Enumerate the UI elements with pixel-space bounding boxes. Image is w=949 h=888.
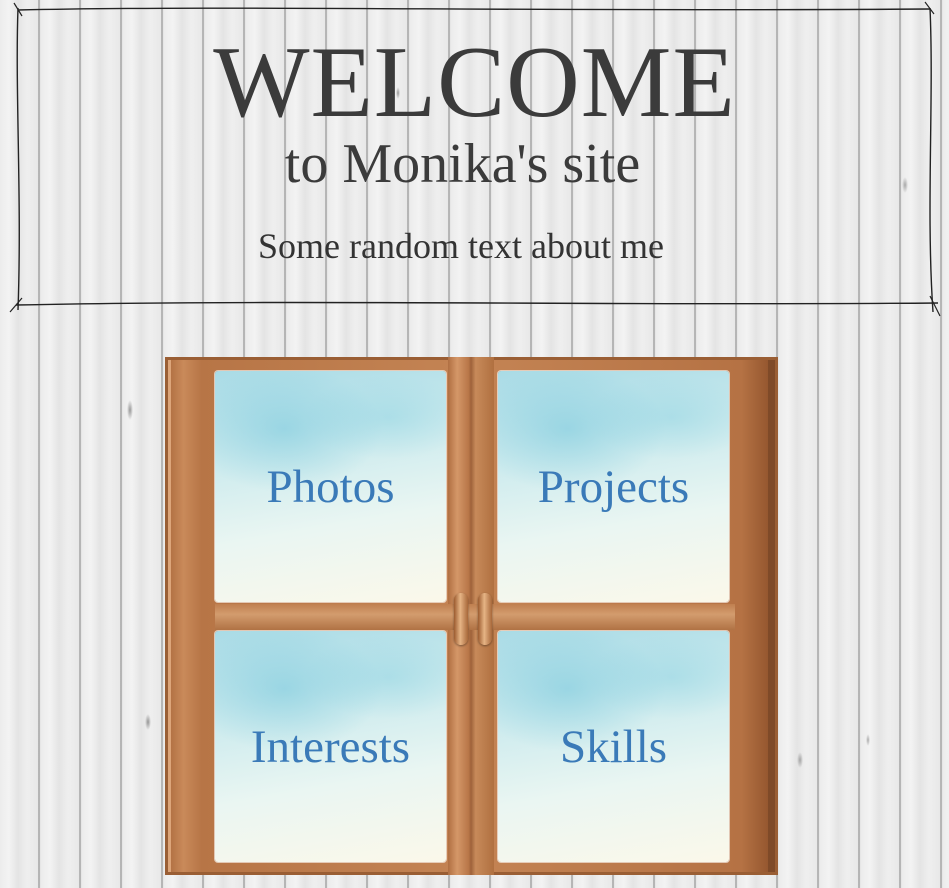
site-subtitle: to Monika's site [284,133,641,195]
nav-skills-link[interactable]: Skills [560,720,667,774]
window-handle-right [478,593,492,645]
nav-photos-link[interactable]: Photos [267,460,395,514]
window-nav: Photos Projects Interests Skills [165,357,778,875]
nav-projects-pane[interactable]: Projects [498,371,729,602]
window-handle-left [454,593,468,645]
nav-interests-pane[interactable]: Interests [215,631,446,862]
window-rail [215,604,735,630]
header-frame: WELCOME to Monika's site Some random tex… [0,0,949,325]
nav-photos-pane[interactable]: Photos [215,371,446,602]
nav-interests-link[interactable]: Interests [251,720,410,774]
about-text: Some random text about me [258,226,664,266]
welcome-heading: WELCOME [213,26,736,139]
nav-projects-link[interactable]: Projects [538,460,689,514]
nav-skills-pane[interactable]: Skills [498,631,729,862]
